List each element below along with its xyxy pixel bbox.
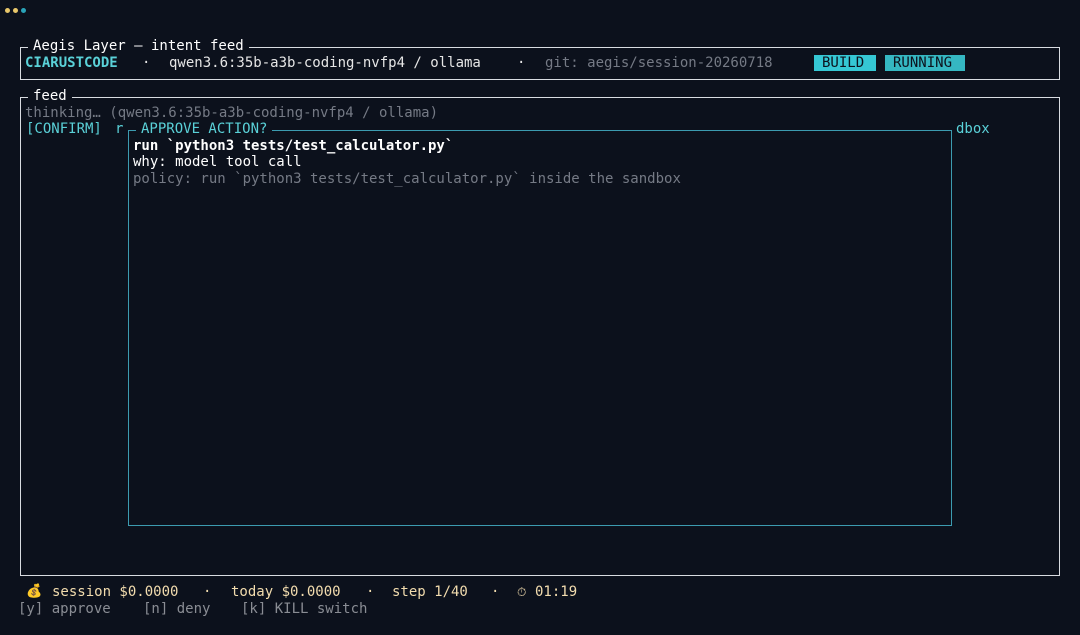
step-counter: step 1/40 [392,584,468,600]
kill-switch-key-hint[interactable]: [k] KILL switch [241,601,367,618]
status-separator: · [203,584,212,600]
session-cost: session $0.0000 [52,584,179,600]
elapsed-timer: 01:19 [535,584,578,600]
modal-command: run `python3 tests/test_calculator.py` [133,138,454,154]
model-name: qwen3.6:35b-a3b-coding-nvfp4 / ollama [169,55,481,71]
feed-title: feed [28,88,72,104]
brand-name: CIARUSTCODE [25,55,118,71]
approve-key-hint[interactable]: [y] approve [18,601,111,618]
build-badge: BUILD [814,55,876,71]
window-dot-yellow [5,8,10,13]
deny-key-hint[interactable]: [n] deny [143,601,210,618]
confirm-fragment-right: dbox [956,121,990,137]
running-badge: RUNNING [885,55,965,71]
approve-modal [128,130,952,526]
money-bag-icon: 💰 [26,584,43,599]
header-separator: · [142,55,151,71]
status-separator-3: · [491,584,500,600]
window-dot-yellow-2 [13,8,18,13]
modal-title: APPROVE ACTION? [136,121,273,137]
confirm-fragment-left: r [115,121,124,137]
window-dot-teal [21,8,26,13]
status-separator-2: · [366,584,375,600]
header-separator-2: · [517,55,526,71]
timer-icon: ⏱ [517,585,527,599]
git-branch: git: aegis/session-20260718 [545,55,773,71]
confirm-tag: [CONFIRM] [26,121,102,137]
thinking-status: thinking… (qwen3.6:35b-a3b-coding-nvfp4 … [25,105,439,121]
modal-policy: policy: run `python3 tests/test_calculat… [133,171,681,187]
today-cost: today $0.0000 [231,584,341,600]
header-title: Aegis Layer — intent feed [28,38,249,54]
modal-why: why: model tool call [133,154,302,170]
